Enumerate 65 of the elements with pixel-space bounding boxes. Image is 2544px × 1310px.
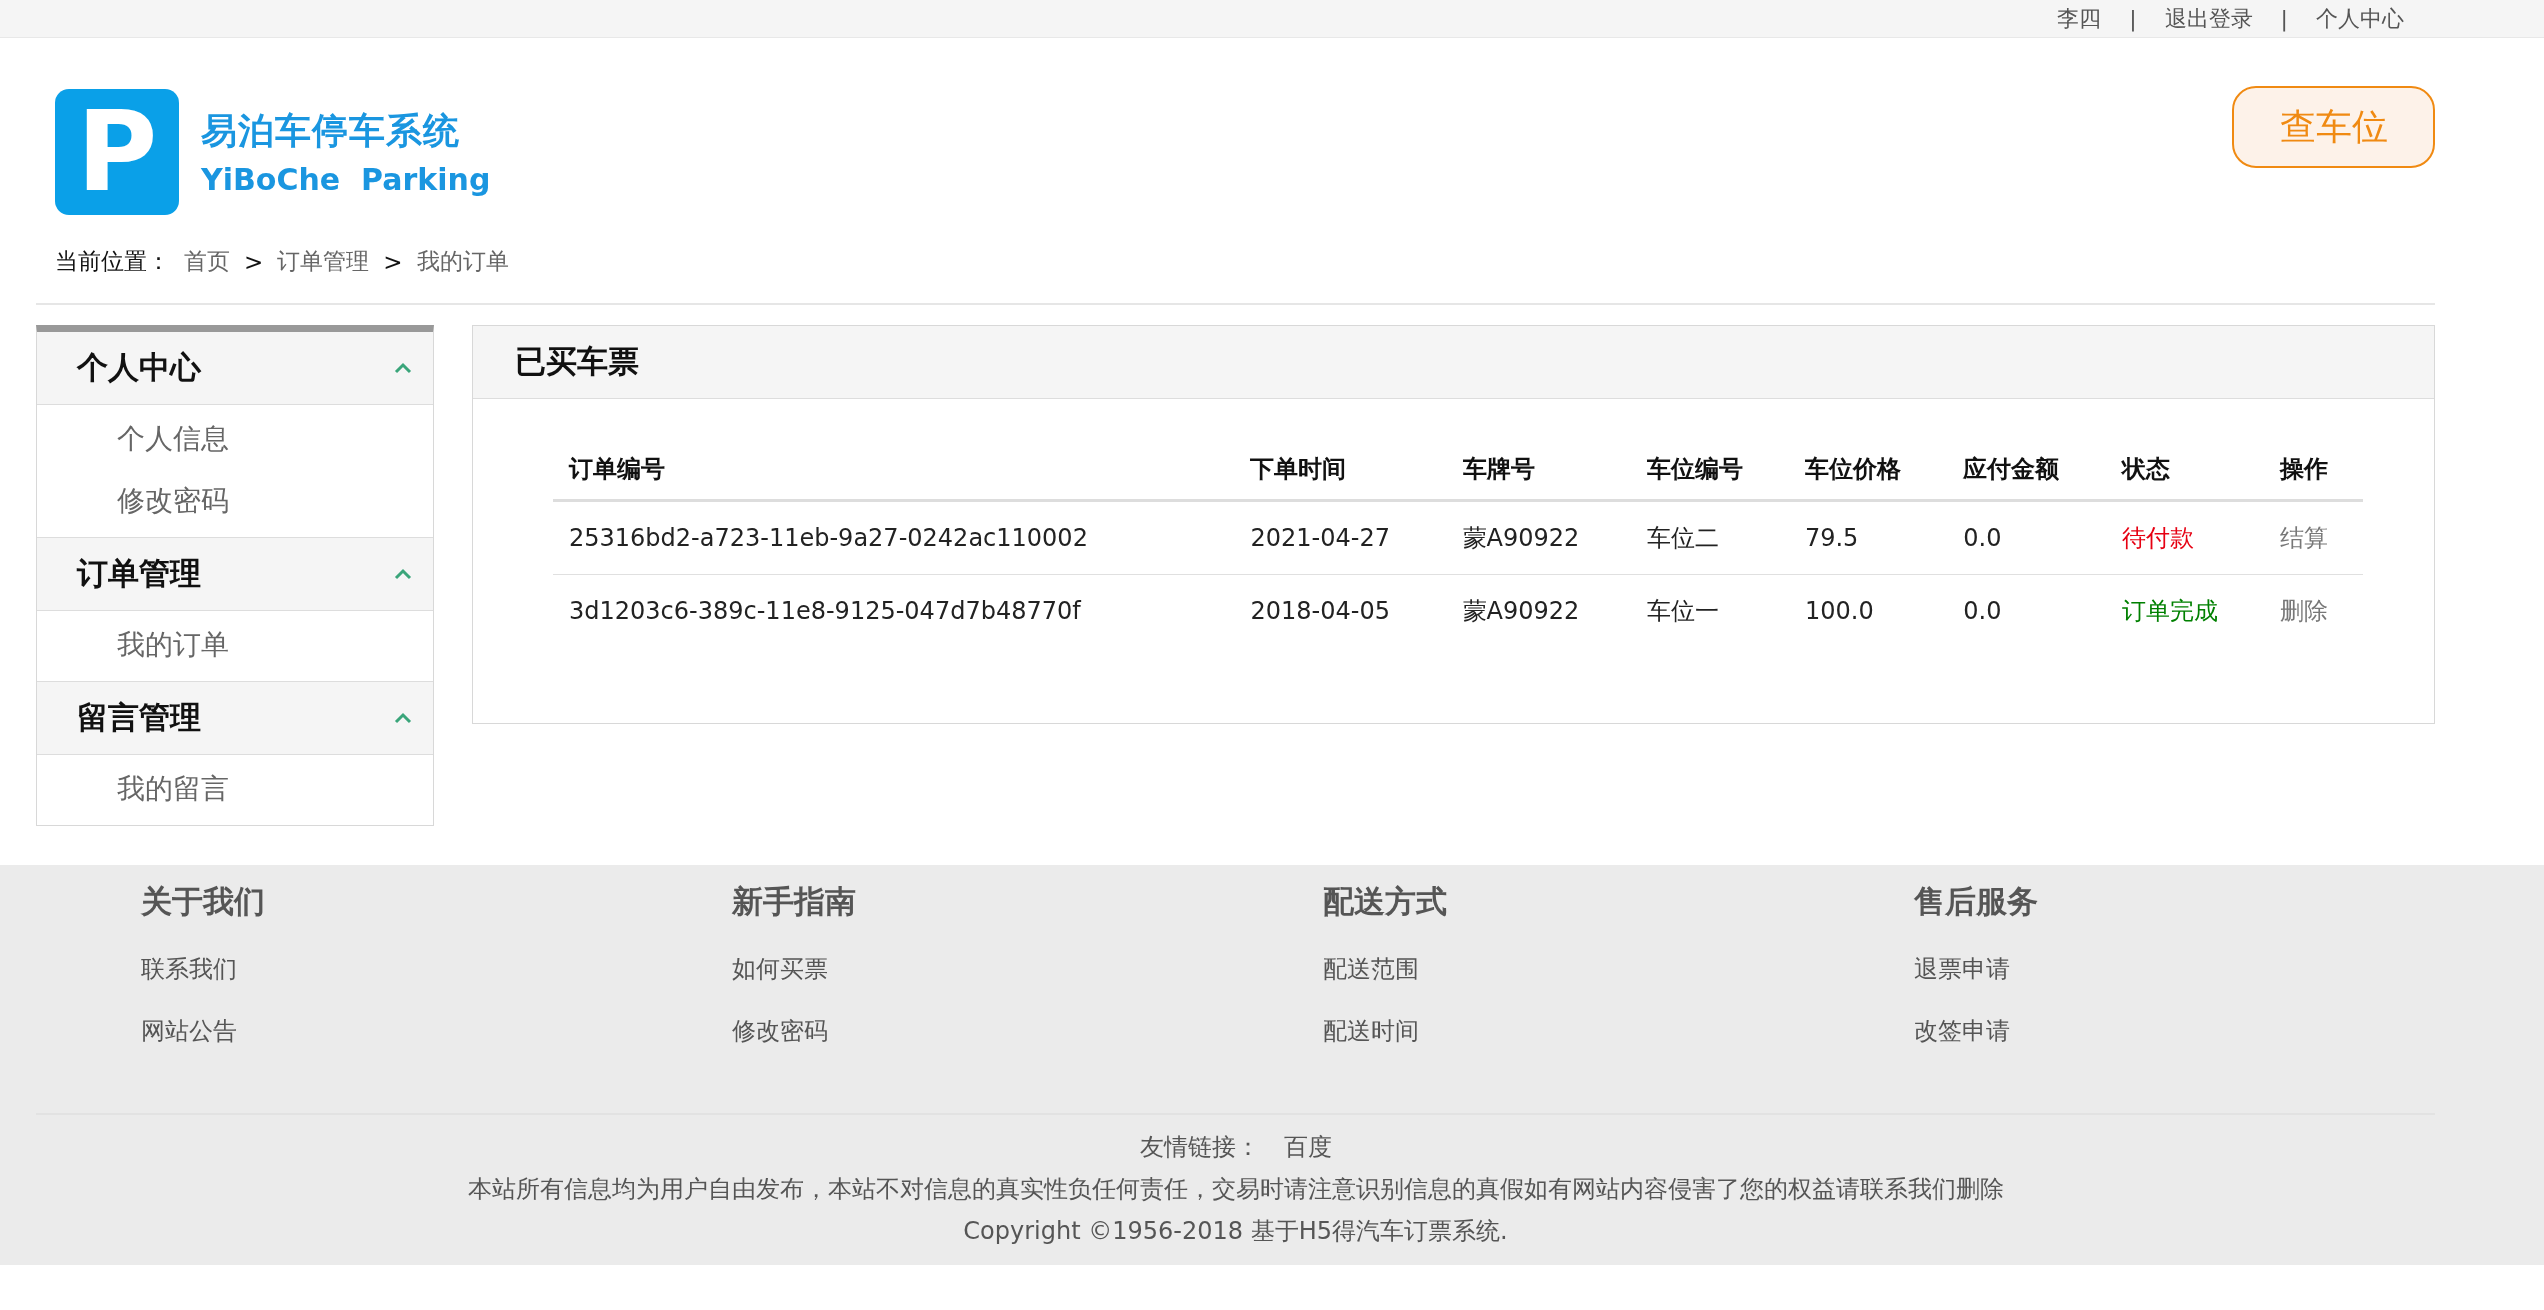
table-cell: 0.0 — [1947, 574, 2106, 647]
status-cell: 待付款 — [2105, 500, 2264, 575]
breadcrumb-link[interactable]: 我的订单 — [416, 246, 509, 277]
footer-heading: 关于我们 — [141, 882, 266, 921]
caret-icon[interactable] — [393, 567, 413, 581]
column-header: 车位价格 — [1788, 439, 1948, 501]
panel-title: 已买车票 — [473, 326, 2434, 399]
table-cell: 100.0 — [1788, 574, 1948, 647]
breadcrumb-link[interactable]: 首页 — [184, 246, 230, 277]
footer-link[interactable]: 如何买票 — [732, 953, 1323, 985]
column-header: 应付金额 — [1947, 439, 2106, 501]
table-cell: 车位二 — [1630, 500, 1789, 575]
action-link[interactable]: 删除 — [2263, 574, 2363, 647]
sidebar-heading[interactable]: 订单管理 — [77, 553, 201, 595]
sidebar-item[interactable]: 修改密码 — [117, 477, 433, 525]
footer-link[interactable]: 改签申请 — [1914, 1015, 2505, 1047]
table-cell: 蒙A90922 — [1446, 500, 1631, 575]
sidebar-item[interactable]: 我的留言 — [117, 765, 433, 813]
top-link[interactable]: 李四 — [2057, 3, 2102, 34]
footer-link[interactable]: 联系我们 — [141, 953, 732, 985]
top-link[interactable]: 个人中心 — [2316, 3, 2404, 34]
column-header: 操作 — [2263, 439, 2363, 501]
separator: | — [2280, 6, 2288, 31]
footer-link[interactable]: 退票申请 — [1914, 953, 2505, 985]
column-header: 订单编号 — [553, 439, 1235, 501]
footer-link[interactable]: 修改密码 — [732, 1015, 1323, 1047]
top-link[interactable]: 退出登录 — [2164, 3, 2253, 34]
column-header: 下单时间 — [1234, 439, 1447, 501]
caret-icon[interactable] — [393, 361, 413, 375]
friend-link[interactable]: 百度 — [1283, 1131, 1332, 1163]
breadcrumb-separator: > — [244, 248, 264, 275]
copyright-text: Copyright ©1956-2018 基于H5得汽车订票系统. — [963, 1216, 1508, 1247]
footer-link[interactable]: 网站公告 — [141, 1015, 732, 1047]
friend-links-label: 友情链接： — [1139, 1132, 1260, 1163]
footer-link[interactable]: 配送时间 — [1323, 1015, 1914, 1047]
table-cell: 3d1203c6-389c-11e8-9125-047d7b48770f — [553, 574, 1235, 647]
logo-subtitle: YiBoChe Parking — [201, 162, 491, 197]
sidebar-heading[interactable]: 个人中心 — [77, 347, 201, 389]
column-header: 状态 — [2105, 439, 2264, 501]
breadcrumb-separator: > — [383, 248, 403, 275]
table-cell: 2018-04-05 — [1234, 574, 1447, 647]
breadcrumb-label: 当前位置： — [55, 247, 170, 276]
table-cell: 79.5 — [1788, 500, 1948, 575]
separator: | — [2129, 6, 2137, 31]
footer-heading: 售后服务 — [1914, 882, 2039, 921]
sidebar-heading[interactable]: 留言管理 — [77, 697, 201, 739]
table-cell: 25316bd2-a723-11eb-9a27-0242ac110002 — [553, 500, 1235, 575]
table-cell: 2021-04-27 — [1234, 500, 1447, 575]
logo-title: 易泊车停车系统 — [201, 109, 461, 153]
column-header: 车牌号 — [1446, 439, 1631, 501]
action-link[interactable]: 结算 — [2263, 500, 2363, 575]
disclaimer-text: 本站所有信息均为用户自由发布，本站不对信息的真实性负任何责任，交易时请注意识别信息的真假如有网站内容侵害了您的权益请联系我们删除 — [467, 1174, 2004, 1205]
caret-icon[interactable] — [393, 711, 413, 725]
column-header: 车位编号 — [1630, 439, 1789, 501]
logo-mark: P — [55, 89, 179, 215]
footer-heading: 新手指南 — [732, 882, 857, 921]
breadcrumb-link[interactable]: 订单管理 — [277, 246, 370, 277]
table-cell: 车位一 — [1630, 574, 1789, 647]
status-cell: 订单完成 — [2105, 574, 2264, 647]
table-cell: 0.0 — [1947, 500, 2106, 575]
sidebar-item[interactable]: 我的订单 — [117, 621, 433, 669]
table-cell: 蒙A90922 — [1446, 574, 1631, 647]
footer-link[interactable]: 配送范围 — [1323, 953, 1914, 985]
footer-heading: 配送方式 — [1323, 882, 1448, 921]
sidebar-item[interactable]: 个人信息 — [117, 415, 433, 463]
